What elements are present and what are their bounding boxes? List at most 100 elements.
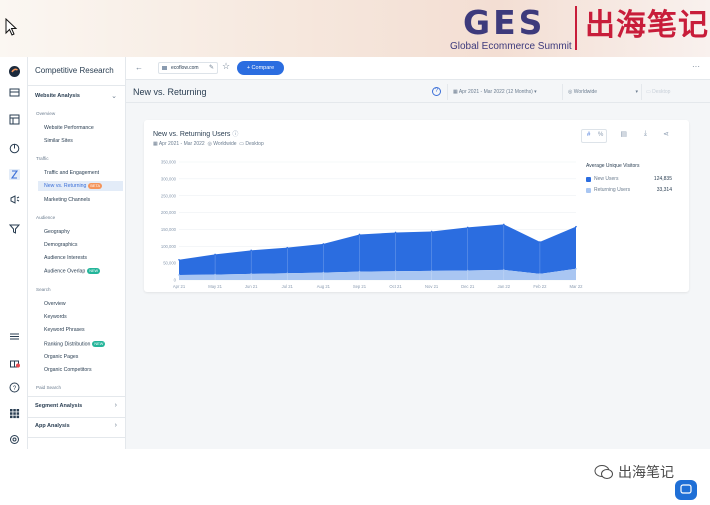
apps-grid-icon[interactable] xyxy=(9,408,20,419)
site-name: ecoflow.com xyxy=(171,65,199,71)
x-tick-label: Jul 21 xyxy=(282,284,294,289)
compare-button[interactable]: + Compare xyxy=(237,61,284,75)
y-tick-label: 250,000 xyxy=(161,193,177,198)
filter-divider xyxy=(562,84,563,100)
home-icon[interactable] xyxy=(9,87,20,98)
y-tick-label: 350,000 xyxy=(161,160,177,165)
y-tick-label: 150,000 xyxy=(161,227,177,232)
legend-checkbox-icon[interactable] xyxy=(586,188,591,193)
nav-group-paid-search[interactable]: Paid Search xyxy=(36,385,61,390)
percent-mode-icon[interactable]: % xyxy=(598,132,603,138)
chevron-right-icon[interactable]: › xyxy=(115,422,117,429)
nav-item-organic-pages[interactable]: Organic Pages xyxy=(44,354,78,360)
download-icon[interactable]: ⤓ xyxy=(644,130,647,138)
dashboard-icon[interactable] xyxy=(9,114,20,125)
chat-support-button[interactable] xyxy=(675,480,697,500)
nav-item-label: Audience Overlap xyxy=(44,268,86,275)
banner-divider xyxy=(575,6,577,50)
back-arrow-icon[interactable]: ← xyxy=(135,63,143,72)
gift-icon[interactable] xyxy=(9,357,20,368)
data-point xyxy=(250,273,252,275)
nav-item-label: New vs. Returning xyxy=(44,183,87,189)
app-window: ? Competitive Research Website Analysis … xyxy=(0,57,710,500)
share-icon[interactable]: ⋖ xyxy=(663,130,669,138)
icon-rail: ? xyxy=(0,57,28,449)
legend-label: Returning Users xyxy=(594,187,631,193)
nav-section-website-analysis[interactable]: Website Analysis xyxy=(35,93,80,99)
data-point xyxy=(430,230,433,233)
nav-item-keyword-phrases[interactable]: Keyword Phrases xyxy=(44,327,85,333)
number-mode-icon[interactable]: # xyxy=(587,132,590,138)
chevron-right-icon[interactable]: › xyxy=(115,402,117,409)
legend-item-new-users[interactable]: New Users 124,835 xyxy=(586,176,672,184)
banner-cn-title: 出海笔记 xyxy=(585,9,709,42)
excel-export-icon[interactable]: ▤ xyxy=(620,130,627,138)
nav-section-app-analysis[interactable]: App Analysis xyxy=(35,423,70,429)
nav-item-marketing-channels[interactable]: Marketing Channels xyxy=(44,197,90,203)
nav-panel: Competitive Research Website Analysis ⌄ … xyxy=(28,57,126,449)
region-filter[interactable]: ◎ Worldwide ▾ xyxy=(568,87,638,98)
y-tick-label: 200,000 xyxy=(161,210,177,215)
nav-item-demographics[interactable]: Demographics xyxy=(44,242,77,248)
nav-item-search-overview[interactable]: Overview xyxy=(44,301,66,307)
x-tick-label: May 21 xyxy=(208,284,222,289)
x-tick-label: Jun 21 xyxy=(245,284,258,289)
info-icon[interactable]: ⓘ xyxy=(232,132,238,138)
nav-item-geography[interactable]: Geography xyxy=(44,229,70,235)
similarweb-logo-icon[interactable] xyxy=(9,66,20,77)
device-filter[interactable]: ▭ Desktop xyxy=(646,87,670,98)
x-tick-label: Apr 21 xyxy=(173,284,186,289)
chevron-down-icon[interactable]: ⌄ xyxy=(111,92,117,100)
date-range-filter[interactable]: ▦ Apr 2021 - Mar 2022 (12 Months) ▾ xyxy=(453,87,537,98)
settings-icon[interactable] xyxy=(9,434,20,445)
nav-item-organic-competitors[interactable]: Organic Competitors xyxy=(44,367,92,373)
card-device: Desktop xyxy=(245,141,264,147)
caret-down-icon: ▾ xyxy=(635,89,638,95)
device-value: Desktop xyxy=(652,89,671,95)
nav-item-traffic-engagement[interactable]: Traffic and Engagement xyxy=(44,170,99,176)
data-point xyxy=(178,274,180,276)
nav-group-traffic[interactable]: Traffic xyxy=(36,156,49,161)
nav-item-audience-interests[interactable]: Audience Interests xyxy=(44,255,87,261)
more-options-icon[interactable]: ··· xyxy=(692,62,700,71)
legend-item-returning-users[interactable]: Returning Users 33,314 xyxy=(586,187,672,195)
nav-item-new-returning[interactable]: New vs. Returning BETA xyxy=(38,181,123,191)
new-badge: NEW xyxy=(92,341,106,347)
marketing-icon[interactable] xyxy=(9,194,20,205)
mouse-cursor-icon xyxy=(5,18,18,36)
help-icon[interactable]: ? xyxy=(9,382,20,393)
filter-icon[interactable] xyxy=(9,223,20,234)
nav-group-search[interactable]: Search xyxy=(36,287,51,292)
data-point xyxy=(358,270,361,273)
y-tick-label: 50,000 xyxy=(163,261,176,266)
nav-title: Competitive Research xyxy=(35,66,114,75)
data-point xyxy=(503,223,505,226)
legend-label: New Users xyxy=(594,176,619,182)
nav-item-audience-overlap[interactable]: Audience Overlap NEW xyxy=(44,268,101,275)
star-icon[interactable]: ☆ xyxy=(222,61,230,72)
menu-icon[interactable] xyxy=(9,331,20,342)
nav-item-ranking-distribution[interactable]: Ranking Distribution NEW xyxy=(44,341,106,347)
pencil-icon[interactable]: ✎ xyxy=(209,63,214,73)
data-point xyxy=(394,231,397,234)
ges-subtitle: Global Ecommerce Summit xyxy=(450,41,572,52)
top-bar: ← ecoflow.com ✎ ☆ + Compare ··· xyxy=(126,57,710,80)
nav-group-overview[interactable]: Overview xyxy=(36,111,55,116)
nav-item-similar-sites[interactable]: Similar Sites xyxy=(44,138,73,144)
nav-item-website-performance[interactable]: Website Performance xyxy=(44,125,94,131)
card-title-text: New vs. Returning Users xyxy=(153,131,231,138)
nav-group-audience[interactable]: Audience xyxy=(36,215,55,220)
data-point xyxy=(539,241,541,243)
legend-value: 33,314 xyxy=(656,187,672,193)
market-research-icon[interactable] xyxy=(9,143,20,154)
chart-mode-toggle[interactable]: # % xyxy=(581,129,607,143)
nav-section-segment-analysis[interactable]: Segment Analysis xyxy=(35,403,82,409)
site-chip[interactable]: ecoflow.com ✎ xyxy=(158,62,218,74)
x-tick-label: Oct 21 xyxy=(389,284,402,289)
nav-item-keywords[interactable]: Keywords xyxy=(44,314,67,320)
new-badge: NEW xyxy=(87,268,101,274)
data-point xyxy=(286,272,289,275)
competitive-research-icon[interactable] xyxy=(9,169,20,180)
help-icon[interactable]: ? xyxy=(432,87,441,96)
legend-checkbox-icon[interactable] xyxy=(586,177,591,182)
